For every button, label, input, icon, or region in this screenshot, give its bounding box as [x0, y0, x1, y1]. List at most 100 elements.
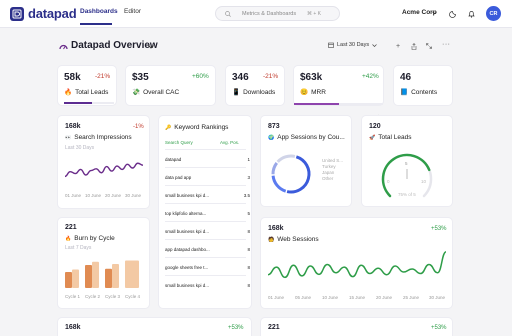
calendar-icon — [328, 42, 334, 48]
series-line — [267, 251, 447, 279]
bar — [92, 261, 99, 288]
chevron-down-icon[interactable] — [432, 11, 437, 15]
phone-icon: 📱 — [232, 89, 241, 96]
card-delta: +53% — [228, 325, 244, 331]
table-row[interactable]: app datapad dashbo... 8 — [165, 247, 250, 252]
money-icon: 💸 — [132, 89, 141, 96]
card-title: 🔥 Burn by Cycle — [65, 235, 115, 242]
table-row[interactable]: small business kpi d... 8 — [165, 283, 250, 288]
kpi-value: 46 — [400, 72, 412, 83]
x-tick: 10 June — [85, 193, 102, 198]
total-leads-gauge-card[interactable]: 120 🚀 Total Leads 5 0 10 75% of 5 — [362, 116, 452, 206]
card-title: 🚀 Total Leads — [369, 134, 412, 141]
eyes-icon: 👀 — [65, 134, 72, 141]
kpi-delta: +42% — [362, 73, 379, 80]
kpi-delta: -21% — [95, 73, 111, 80]
tab-editor[interactable]: Editor — [124, 8, 141, 15]
x-tick: 25 June — [403, 295, 420, 300]
app-sessions-donut-chart — [271, 154, 311, 194]
bar — [65, 272, 72, 288]
table-row[interactable]: data pad app 3 — [165, 175, 250, 180]
kpi-card-total-leads[interactable]: 58k -21% 🔥 Total Leads — [58, 66, 116, 105]
chevron-down-icon[interactable] — [148, 45, 154, 49]
search-placeholder: Metrics & Dashboards — [242, 11, 297, 17]
table-row[interactable]: small business kpi d... 3.5 — [165, 193, 250, 198]
kpi-card-contents[interactable]: 46 📘 Contents — [394, 66, 452, 105]
card-value: 873 — [268, 123, 280, 130]
logo[interactable]: datapad — [10, 6, 77, 21]
x-tick: 30 June — [125, 193, 142, 198]
divider — [165, 239, 246, 240]
bar — [112, 264, 119, 288]
tab-dashboards[interactable]: Dashboards — [80, 8, 118, 15]
kpi-label: 🔥 Total Leads — [64, 88, 109, 97]
table-row[interactable]: google sheets free t... 8 — [165, 265, 250, 270]
kpi-label: 😊 MRR — [300, 88, 326, 97]
kpi-delta: -21% — [263, 73, 279, 80]
book-icon: 📘 — [400, 89, 409, 96]
x-tick: 10 June — [322, 295, 339, 300]
share-icon[interactable] — [411, 43, 417, 50]
legend-item: Other — [322, 176, 334, 181]
table-row[interactable]: small business kpi d... 8 — [165, 229, 250, 234]
card-period: Last 7 Days — [65, 245, 92, 251]
bar — [85, 264, 92, 288]
kpi-card-downloads[interactable]: 346 -21% 📱 Downloads — [226, 66, 284, 105]
divider — [165, 203, 246, 204]
person-icon: 🧑 — [268, 236, 275, 243]
divider — [165, 275, 246, 276]
card-value: 221 — [65, 224, 77, 231]
app-name: datapad — [28, 6, 77, 21]
bottom-card-1[interactable]: 168k +53% — [58, 318, 251, 336]
card-delta: +53% — [431, 325, 447, 331]
bell-icon[interactable] — [468, 10, 475, 18]
column-header-position: Avg. Pos. — [220, 140, 240, 145]
x-tick: 20 June — [376, 295, 393, 300]
keyword-rankings-card[interactable]: 🔑 Keyword Rankings Search Query Avg. Pos.… — [159, 116, 251, 308]
expand-icon[interactable] — [426, 43, 432, 49]
series-line — [64, 162, 144, 178]
card-title: 👀 Search Impressions — [65, 134, 132, 141]
x-tick: 15 June — [349, 295, 366, 300]
x-tick: Cycle 4 — [125, 294, 141, 299]
chevron-down-icon — [372, 43, 377, 47]
donut-slice — [271, 175, 287, 193]
donut-legend: United S... Turkey Japan Other — [322, 158, 343, 182]
app-sessions-card[interactable]: 873 🌍 App Sessions by Cou... United S... … — [261, 116, 351, 206]
burn-by-cycle-card[interactable]: 221 🔥 Burn by Cycle Last 7 Days Cycle 1 C… — [58, 218, 149, 308]
card-title: 🌍 App Sessions by Cou... — [268, 134, 345, 141]
x-tick: 01 June — [65, 193, 82, 198]
table-row[interactable]: top klipfolio alterna... 5 — [165, 211, 250, 216]
web-sessions-card[interactable]: 168k +53% 🧑 Web Sessions 01 June 05 June … — [261, 218, 452, 308]
fire-icon: 🔥 — [65, 235, 72, 242]
card-value: 221 — [268, 324, 280, 331]
divider — [165, 221, 246, 222]
date-range-selector[interactable]: Last 30 Days — [328, 42, 377, 48]
kpi-progress-bar — [64, 102, 114, 104]
avatar[interactable]: CR — [486, 6, 501, 21]
donut-slice — [276, 154, 296, 163]
table-row[interactable]: datapad 1 — [165, 157, 250, 162]
globe-icon: 🌍 — [268, 134, 275, 141]
moon-icon[interactable] — [449, 10, 457, 18]
date-range-label: Last 30 Days — [337, 42, 370, 48]
bottom-card-2[interactable]: 221 +53% — [261, 318, 452, 336]
gauge-tick-mid: 5 — [405, 161, 408, 166]
bar — [105, 268, 112, 288]
dashboard-icon — [59, 44, 68, 50]
kpi-value: $35 — [132, 72, 149, 83]
fire-icon: 🔥 — [64, 89, 73, 96]
key-icon: 🔑 — [165, 124, 172, 131]
kpi-card-mrr[interactable]: $63k +42% 😊 MRR — [294, 66, 383, 105]
kpi-card-overall-cac[interactable]: $35 +60% 💸 Overall CAC — [126, 66, 215, 105]
divider — [165, 167, 246, 168]
kpi-delta: +60% — [192, 73, 209, 80]
card-value: 168k — [65, 123, 81, 130]
add-icon[interactable]: + — [396, 43, 400, 50]
logo-mark — [10, 6, 24, 21]
search-input[interactable]: Metrics & Dashboards ⌘ + K — [215, 6, 340, 21]
more-options-icon[interactable]: ··· — [442, 41, 451, 48]
bar — [72, 269, 79, 288]
search-impressions-card[interactable]: 168k -1% 👀 Search Impressions Last 30 Day… — [58, 116, 149, 208]
column-header-query: Search Query — [165, 140, 193, 145]
